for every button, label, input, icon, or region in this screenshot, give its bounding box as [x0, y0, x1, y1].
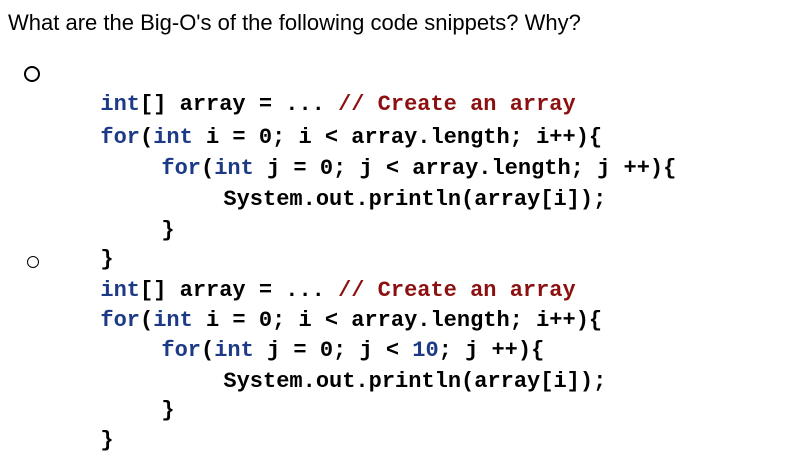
code-text: }	[161, 218, 175, 243]
code-text: }	[100, 428, 114, 453]
code-text: }	[161, 398, 175, 423]
snippet-1-line-4: System.out.println(array[i]);	[197, 155, 606, 215]
keyword: for	[161, 156, 202, 181]
code-text: System.out.println(array[i]);	[223, 187, 607, 212]
question-heading: What are the Big-O's of the following co…	[8, 10, 581, 35]
keyword: for	[161, 338, 202, 363]
snippet-2-line-4: System.out.println(array[i]);	[197, 337, 606, 397]
code-text: System.out.println(array[i]);	[223, 369, 607, 394]
snippet-2-line-5: }	[135, 366, 175, 426]
snippet-1-bullet	[24, 66, 40, 82]
snippet-2-bullet	[27, 256, 39, 268]
snippet-1-line-5: }	[135, 186, 175, 246]
snippet-2-line-6: }	[74, 396, 114, 456]
